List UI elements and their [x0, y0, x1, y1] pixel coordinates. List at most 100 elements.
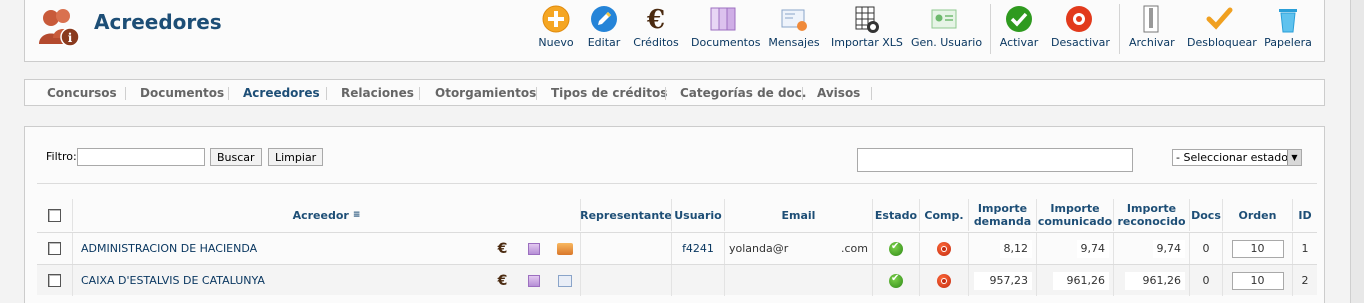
- id-cell: 1: [1292, 233, 1317, 264]
- order-cell: 10: [1222, 233, 1292, 264]
- user-card-icon: [931, 9, 957, 29]
- submenu-separator: [125, 87, 126, 100]
- active-check-icon[interactable]: [889, 241, 903, 256]
- col-docs[interactable]: Docs: [1189, 199, 1222, 231]
- row-checkbox[interactable]: [48, 242, 61, 255]
- state-select-value: - Seleccionar estado -: [1176, 151, 1296, 164]
- importe-comunicado-cell: 961,26: [1036, 265, 1113, 296]
- importe-comunicado-value: 9,74: [1076, 239, 1109, 258]
- plus-circle-icon: [542, 5, 570, 33]
- col-importe-comunicado[interactable]: Importe comunicado: [1036, 199, 1113, 231]
- credits-cell: €: [487, 265, 518, 296]
- creditor-name-cell: CAIXA D'ESTALVIS DE CATALUNYA: [72, 265, 487, 296]
- submenu: Concursos Documentos Acreedores Relacion…: [24, 79, 1325, 106]
- message-icon[interactable]: [557, 274, 572, 287]
- unlock-check-icon: [1206, 7, 1233, 30]
- docs-cell: 0: [1189, 233, 1222, 264]
- svg-text:i: i: [68, 31, 73, 45]
- messages-button[interactable]: Mensajes: [767, 4, 821, 58]
- state-select[interactable]: - Seleccionar estado - ▼: [1172, 149, 1302, 166]
- documents-cell: [518, 233, 549, 264]
- activate-button[interactable]: Activar: [998, 4, 1040, 58]
- message-cell: [549, 265, 580, 296]
- svg-text:€: €: [646, 5, 665, 34]
- spreadsheet-import-icon: [855, 6, 879, 33]
- tab-concursos[interactable]: Concursos: [47, 86, 117, 100]
- importe-demanda-cell: 8,12: [968, 233, 1036, 264]
- comp-cell: [919, 265, 968, 296]
- active-check-icon[interactable]: [889, 273, 903, 288]
- col-importe-reconocido[interactable]: Importe reconocido: [1113, 199, 1189, 231]
- col-orden[interactable]: Orden: [1222, 199, 1292, 231]
- tab-relaciones[interactable]: Relaciones: [341, 86, 414, 100]
- tab-tipos-creditos[interactable]: Tipos de créditos: [551, 86, 667, 100]
- col-representante[interactable]: Representante: [580, 199, 672, 231]
- submenu-separator: [871, 87, 872, 100]
- col-comp[interactable]: Comp.: [919, 199, 968, 231]
- stop-circle-icon: [1066, 6, 1092, 32]
- col-estado[interactable]: Estado: [872, 199, 919, 231]
- tab-acreedores[interactable]: Acreedores: [243, 86, 320, 100]
- search-button[interactable]: Buscar: [210, 148, 262, 166]
- state-cell: [872, 233, 919, 264]
- main-panel: Filtro: Buscar Limpiar - Seleccionar est…: [24, 126, 1325, 303]
- col-usuario[interactable]: Usuario: [671, 199, 724, 231]
- unlock-button[interactable]: Desbloquear: [1187, 4, 1257, 58]
- col-importe-demanda[interactable]: Importe demanda: [968, 199, 1036, 231]
- col-acreedor[interactable]: Acreedor ≡: [72, 199, 580, 231]
- row-checkbox[interactable]: [48, 274, 61, 287]
- archive-button[interactable]: Archivar: [1129, 4, 1175, 58]
- comp-cell: [919, 233, 968, 264]
- euro-icon[interactable]: €: [498, 241, 508, 257]
- id-cell: 2: [1292, 265, 1317, 296]
- comp-stop-icon[interactable]: [937, 241, 951, 256]
- row-select-cell: [37, 265, 72, 296]
- table-header: Acreedor ≡ Representante Usuario Email E…: [37, 199, 1317, 231]
- representative-cell: [580, 265, 671, 296]
- message-icon: [781, 9, 807, 31]
- table-row[interactable]: ADMINISTRACION DE HACIENDA € f4241 yolan…: [37, 232, 1317, 264]
- importe-reconocido-cell: 9,74: [1113, 233, 1189, 264]
- creditor-name-link[interactable]: ADMINISTRACION DE HACIENDA: [81, 242, 257, 255]
- col-email[interactable]: Email: [724, 199, 872, 231]
- order-input[interactable]: 10: [1231, 239, 1284, 258]
- col-id[interactable]: ID: [1292, 199, 1317, 231]
- filter-input[interactable]: [77, 148, 205, 166]
- generate-user-button[interactable]: Gen. Usuario: [911, 4, 982, 58]
- trash-button[interactable]: Papelera: [1263, 4, 1313, 58]
- documents-icon[interactable]: [527, 274, 540, 287]
- folder-icon[interactable]: [556, 242, 573, 255]
- user-link[interactable]: f4241: [682, 242, 714, 255]
- table-row[interactable]: CAIXA D'ESTALVIS DE CATALUNYA € ✔ 957,23…: [37, 264, 1317, 296]
- users-info-icon: i: [39, 9, 80, 47]
- tab-categorias-doc[interactable]: Categorías de doc.: [680, 86, 806, 100]
- submenu-separator: [419, 87, 420, 100]
- creditor-name-link[interactable]: CAIXA D'ESTALVIS DE CATALUNYA: [81, 274, 265, 287]
- select-all-checkbox[interactable]: [48, 208, 61, 222]
- tab-avisos[interactable]: Avisos: [817, 86, 860, 100]
- credits-button[interactable]: € Créditos: [633, 4, 679, 58]
- deactivate-button[interactable]: Desactivar: [1051, 4, 1110, 58]
- edit-button[interactable]: Editar: [586, 4, 622, 58]
- documents-cell: [518, 265, 549, 296]
- documents-icon[interactable]: [527, 242, 540, 255]
- importe-reconocido-value: 961,26: [1125, 271, 1185, 290]
- documents-button[interactable]: Documentos: [691, 4, 760, 58]
- tab-documentos[interactable]: Documentos: [140, 86, 224, 100]
- user-cell: [671, 265, 724, 296]
- email-cell: [724, 265, 872, 296]
- importe-comunicado-value: 961,26: [1053, 271, 1109, 290]
- euro-icon[interactable]: €: [498, 273, 508, 289]
- order-input[interactable]: 10: [1231, 271, 1284, 290]
- comp-stop-icon[interactable]: [937, 273, 951, 288]
- vertical-scrollbar[interactable]: [1350, 0, 1364, 303]
- order-cell: 10: [1222, 265, 1292, 296]
- clear-button[interactable]: Limpiar: [268, 148, 324, 166]
- euro-icon: €: [646, 5, 665, 34]
- docs-cell: 0: [1189, 265, 1222, 296]
- import-xls-button[interactable]: Importar XLS: [831, 4, 903, 58]
- secondary-search-input[interactable]: [857, 148, 1133, 172]
- tab-otorgamientos[interactable]: Otorgamientos: [435, 86, 536, 100]
- new-button[interactable]: Nuevo: [534, 4, 578, 58]
- check-circle-icon: [1006, 6, 1032, 32]
